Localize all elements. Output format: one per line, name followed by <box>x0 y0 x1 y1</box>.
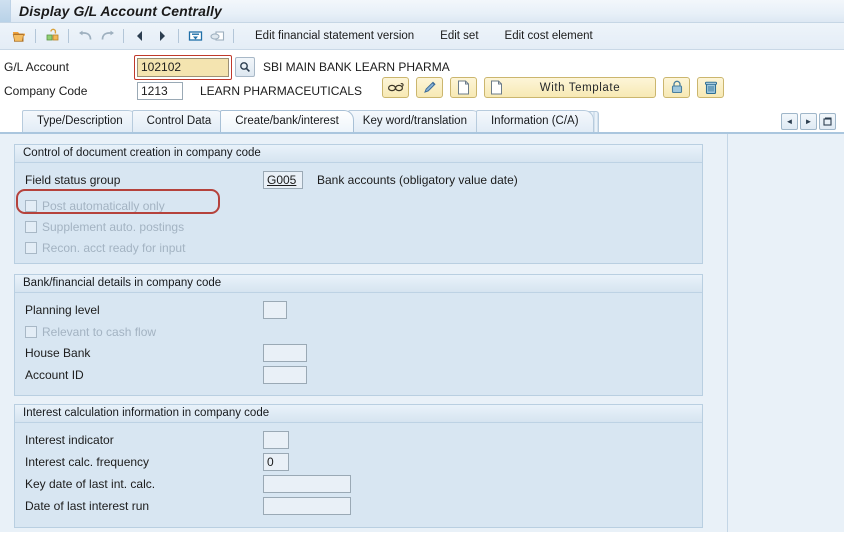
lock-folder-icon[interactable] <box>41 26 63 46</box>
planning-level-row: Planning level <box>15 299 702 321</box>
print-icon[interactable] <box>184 26 206 46</box>
overview-icon[interactable] <box>206 26 228 46</box>
title-accent-strip <box>0 0 11 22</box>
interest-calc-frequency-row: Interest calc. frequency <box>15 451 702 473</box>
house-bank-row: House Bank <box>15 342 702 364</box>
edit-cost-element-link[interactable]: Edit cost element <box>497 30 601 42</box>
tab-next-button[interactable]: ► <box>800 113 817 130</box>
page-title: Display G/L Account Centrally <box>19 3 222 19</box>
tab-content-area: Control of document creation in company … <box>0 132 844 532</box>
toolbar-separator <box>178 29 179 43</box>
create-button[interactable] <box>450 77 477 98</box>
group-bank-financial-details: Bank/financial details in company code P… <box>14 274 703 396</box>
company-code-description: LEARN PHARMACEUTICALS <box>200 84 363 98</box>
content-right-divider <box>727 134 728 532</box>
account-id-input[interactable] <box>263 366 307 384</box>
key-date-last-int-calc-row: Key date of last int. calc. <box>15 473 702 495</box>
tab-create-bank-interest[interactable]: Create/bank/interest <box>220 110 354 132</box>
company-code-input[interactable] <box>137 82 183 100</box>
gl-account-focus-ring <box>134 54 232 80</box>
planning-level-label: Planning level <box>25 303 100 317</box>
next-arrow-icon[interactable] <box>151 26 173 46</box>
supplement-auto-postings-label: Supplement auto. postings <box>42 219 185 234</box>
interest-calc-frequency-label: Interest calc. frequency <box>25 455 150 469</box>
field-status-group-label: Field status group <box>25 173 121 187</box>
group-interest-calculation: Interest calculation information in comp… <box>14 404 703 528</box>
undo-icon[interactable] <box>74 26 96 46</box>
tab-key-word-translation[interactable]: Key word/translation <box>347 110 482 132</box>
checkbox-relevant-to-cash-flow-row[interactable]: Relevant to cash flow <box>15 321 702 342</box>
post-automatically-only-label: Post automatically only <box>42 198 165 213</box>
key-date-last-int-calc-input[interactable] <box>263 475 351 493</box>
interest-indicator-label: Interest indicator <box>25 433 114 447</box>
toolbar-links: Edit financial statement version Edit se… <box>247 30 601 42</box>
date-last-interest-run-input[interactable] <box>263 497 351 515</box>
checkbox-supplement-auto-postings-row[interactable]: Supplement auto. postings <box>15 216 702 237</box>
redo-icon[interactable] <box>96 26 118 46</box>
gl-account-description: SBI MAIN BANK LEARN PHARMA <box>263 60 450 74</box>
account-id-label: Account ID <box>25 368 84 382</box>
group-body: Field status group Bank accounts (obliga… <box>15 163 702 266</box>
group-title: Control of document creation in company … <box>15 145 702 163</box>
date-last-interest-run-row: Date of last interest run <box>15 495 702 517</box>
toolbar-separator <box>35 29 36 43</box>
tab-information-ca[interactable]: Information (C/A) <box>475 110 594 132</box>
post-automatically-only-checkbox[interactable] <box>25 199 37 212</box>
tab-navigation: ◄ ► <box>781 113 836 130</box>
edit-set-link[interactable]: Edit set <box>432 30 486 42</box>
tab-strip: Type/Description Control Data Create/ban… <box>0 108 844 132</box>
group-control-document-creation: Control of document creation in company … <box>14 144 703 264</box>
house-bank-label: House Bank <box>25 346 91 360</box>
interest-indicator-row: Interest indicator <box>15 429 702 451</box>
toolbar-separator <box>123 29 124 43</box>
interest-indicator-input[interactable] <box>263 431 289 449</box>
header-fields-area: G/L Account SBI MAIN BANK LEARN PHARMA C… <box>0 50 844 108</box>
account-id-row: Account ID <box>15 364 702 386</box>
house-bank-input[interactable] <box>263 344 307 362</box>
gl-account-row: G/L Account SBI MAIN BANK LEARN PHARMA <box>0 54 844 80</box>
gl-account-input[interactable] <box>137 57 229 77</box>
group-title: Bank/financial details in company code <box>15 275 702 293</box>
field-status-group-row: Field status group Bank accounts (obliga… <box>15 169 702 191</box>
group-title: Interest calculation information in comp… <box>15 405 702 423</box>
edit-financial-statement-version-link[interactable]: Edit financial statement version <box>247 30 422 42</box>
window-title-bar: Display G/L Account Centrally <box>0 0 844 23</box>
tab-prev-button[interactable]: ◄ <box>781 113 798 130</box>
toolbar-separator <box>233 29 234 43</box>
field-status-group-description: Bank accounts (obligatory value date) <box>317 173 518 187</box>
checkbox-post-automatically-only-row[interactable]: Post automatically only <box>15 195 702 216</box>
tab-type-description[interactable]: Type/Description <box>22 110 138 132</box>
supplement-auto-postings-checkbox[interactable] <box>25 220 37 233</box>
recon-acct-ready-checkbox[interactable] <box>25 241 37 254</box>
recon-acct-ready-label: Recon. acct ready for input <box>42 240 186 255</box>
create-with-template-button[interactable]: With Template <box>484 77 656 98</box>
header-action-buttons: With Template <box>382 77 724 98</box>
company-code-label: Company Code <box>4 84 88 98</box>
interest-calc-frequency-input[interactable] <box>263 453 289 471</box>
tab-list-button[interactable] <box>819 113 836 130</box>
with-template-label: With Template <box>539 81 621 94</box>
checkbox-recon-acct-ready-row[interactable]: Recon. acct ready for input <box>15 237 702 258</box>
relevant-to-cash-flow-checkbox[interactable] <box>25 325 37 338</box>
tab-control-data[interactable]: Control Data <box>131 110 227 132</box>
main-toolbar: Edit financial statement version Edit se… <box>0 23 844 50</box>
toolbar-separator <box>68 29 69 43</box>
search-help-icon[interactable] <box>235 57 255 77</box>
open-folder-icon[interactable] <box>8 26 30 46</box>
previous-arrow-icon[interactable] <box>129 26 151 46</box>
delete-button[interactable] <box>697 77 724 98</box>
group-body: Planning level Relevant to cash flow Hou… <box>15 293 702 394</box>
key-date-last-int-calc-label: Key date of last int. calc. <box>25 477 156 491</box>
relevant-to-cash-flow-label: Relevant to cash flow <box>42 324 157 339</box>
group-body: Interest indicator Interest calc. freque… <box>15 423 702 525</box>
change-button[interactable] <box>416 77 443 98</box>
gl-account-label: G/L Account <box>4 60 69 74</box>
lock-button[interactable] <box>663 77 690 98</box>
display-button[interactable] <box>382 77 409 98</box>
field-status-group-input[interactable] <box>263 171 303 189</box>
planning-level-input[interactable] <box>263 301 287 319</box>
date-last-interest-run-label: Date of last interest run <box>25 499 150 513</box>
